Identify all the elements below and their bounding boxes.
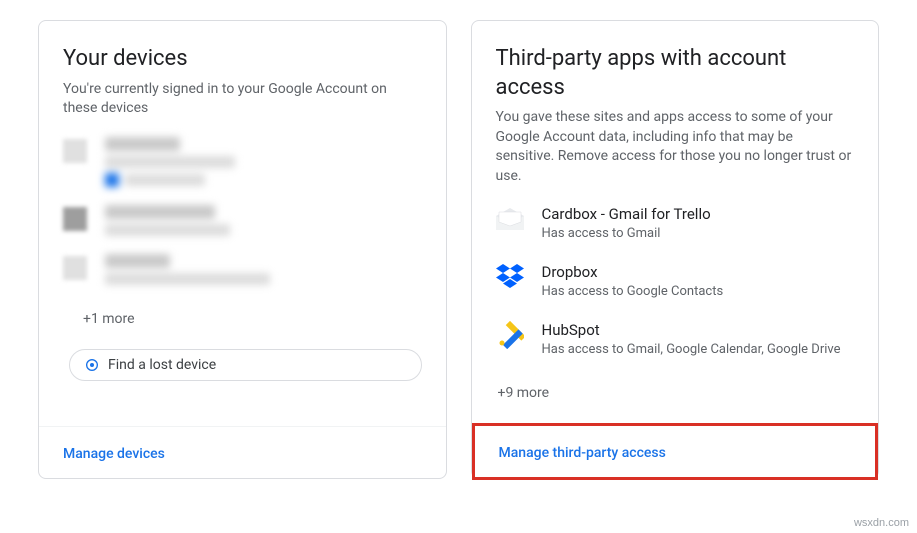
device-icon <box>63 207 87 231</box>
device-info <box>105 254 422 285</box>
device-icon <box>63 256 87 280</box>
manage-third-party-link[interactable]: Manage third-party access <box>499 445 666 461</box>
app-name: Dropbox <box>542 263 855 281</box>
device-item[interactable] <box>63 137 422 187</box>
apps-title: Third-party apps with account access <box>496 45 855 102</box>
watermark: wsxdn.com <box>854 517 909 529</box>
hubspot-icon <box>496 321 524 349</box>
envelope-icon <box>496 205 524 233</box>
find-lost-device-button[interactable]: Find a lost device <box>69 349 422 381</box>
app-access: Has access to Gmail <box>542 225 855 243</box>
devices-desc: You're currently signed in to your Googl… <box>63 80 422 119</box>
devices-more[interactable]: +1 more <box>83 311 422 327</box>
dropbox-icon <box>496 263 524 291</box>
third-party-apps-card: Third-party apps with account access You… <box>471 20 880 479</box>
target-icon <box>84 357 100 373</box>
app-item-dropbox[interactable]: Dropbox Has access to Google Contacts <box>496 263 855 301</box>
device-info <box>105 137 422 187</box>
apps-more[interactable]: +9 more <box>498 385 855 401</box>
device-item[interactable] <box>63 254 422 285</box>
devices-card: Your devices You're currently signed in … <box>38 20 447 479</box>
apps-desc: You gave these sites and apps access to … <box>496 108 855 186</box>
app-name: Cardbox - Gmail for Trello <box>542 205 855 223</box>
device-item[interactable] <box>63 205 422 236</box>
manage-third-party-highlight: Manage third-party access <box>472 423 879 480</box>
app-item-cardbox[interactable]: Cardbox - Gmail for Trello Has access to… <box>496 205 855 243</box>
device-info <box>105 205 422 236</box>
find-lost-device-label: Find a lost device <box>108 357 216 373</box>
device-icon <box>63 139 87 163</box>
app-name: HubSpot <box>542 321 855 339</box>
app-access: Has access to Google Contacts <box>542 283 855 301</box>
manage-devices-link[interactable]: Manage devices <box>63 446 165 462</box>
app-access: Has access to Gmail, Google Calendar, Go… <box>542 341 855 359</box>
devices-footer: Manage devices <box>39 426 446 478</box>
device-list <box>63 137 422 303</box>
app-item-hubspot[interactable]: HubSpot Has access to Gmail, Google Cale… <box>496 321 855 359</box>
devices-title: Your devices <box>63 45 422 74</box>
app-list: Cardbox - Gmail for Trello Has access to… <box>496 205 855 380</box>
